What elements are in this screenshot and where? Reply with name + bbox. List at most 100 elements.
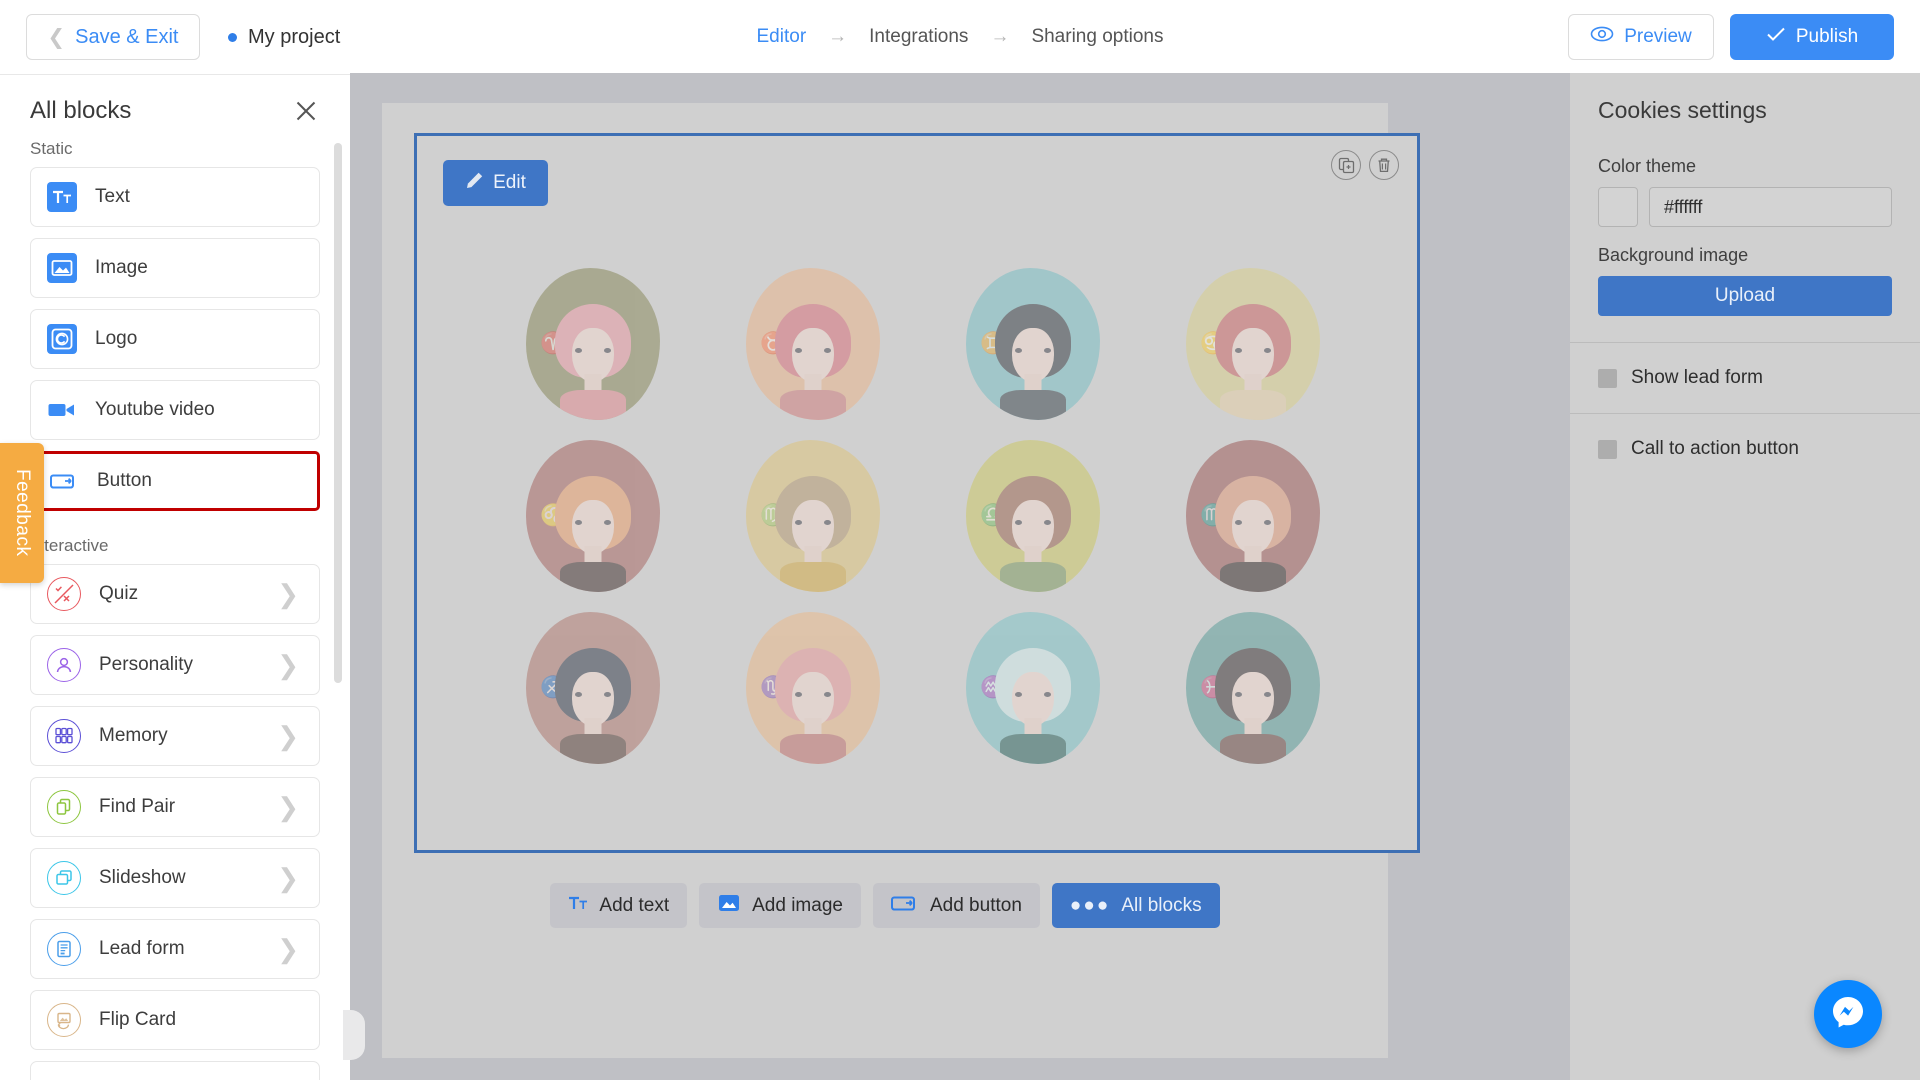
call-to-action-toggle[interactable]: Call to action button	[1598, 414, 1892, 484]
block-tools	[1331, 150, 1399, 180]
slideshow-icon	[47, 861, 81, 895]
zodiac-cell-taurus: ♉	[703, 258, 923, 430]
feedback-tab-label: Feedback	[12, 469, 33, 557]
color-hex-input[interactable]: #ffffff	[1649, 187, 1892, 227]
sidebar-title: All blocks	[30, 97, 132, 124]
zodiac-cell-libra: ♎	[923, 430, 1143, 602]
zodiac-cell-aquarius: ♒	[923, 602, 1143, 774]
upload-label: Upload	[1714, 285, 1776, 306]
messenger-chat-button[interactable]	[1814, 980, 1882, 1048]
checkbox[interactable]	[1598, 368, 1617, 388]
sidebar-item-label: Memory	[99, 725, 168, 746]
edit-label: Edit	[493, 172, 526, 193]
project-status-dot	[228, 32, 237, 42]
panel-title: Cookies settings	[1598, 97, 1767, 123]
add-block-toolbar: Add text Add image Add button ●●● All bl…	[382, 883, 1388, 928]
add-text-label: Add text	[599, 894, 670, 916]
image-icon	[47, 253, 77, 283]
pencil-icon	[465, 171, 484, 196]
zodiac-cell-gemini: ♊	[923, 258, 1143, 430]
sidebar-item-lead-form[interactable]: Lead form ❯	[30, 919, 320, 979]
chevron-right-icon: ❯	[277, 863, 299, 893]
breadcrumb-item-editor[interactable]: Editor	[757, 26, 807, 48]
sidebar-item-image[interactable]: Image	[30, 238, 320, 298]
workspace: Edit ♈ ♉ ♊ ♋ ♌ ♍ ♎ ♏ ♐ ♑ ♒ ♓ Add text Ad…	[350, 73, 1570, 1080]
feedback-tab[interactable]: Feedback	[0, 443, 44, 583]
show-lead-form-label: Show lead form	[1631, 367, 1764, 388]
breadcrumb-item-integrations[interactable]: Integrations	[869, 26, 968, 48]
text-format-icon	[47, 182, 77, 212]
color-theme-row: #ffffff	[1598, 187, 1892, 227]
sidebar-item-label: Flip Card	[99, 1009, 177, 1030]
add-text-button[interactable]: Add text	[550, 883, 688, 928]
preview-label: Preview	[1624, 26, 1692, 47]
project-title: My project	[248, 25, 341, 48]
chevron-right-icon: ❯	[277, 650, 299, 680]
zodiac-cell-leo: ♌	[483, 430, 703, 602]
add-image-button[interactable]: Add image	[699, 883, 861, 928]
project-name[interactable]: My project	[228, 26, 340, 49]
selected-block[interactable]: Edit ♈ ♉ ♊ ♋ ♌ ♍ ♎ ♏ ♐ ♑ ♒ ♓	[414, 133, 1420, 853]
button-icon	[49, 466, 79, 496]
publish-button[interactable]: Publish	[1730, 14, 1894, 60]
chevron-left-icon: ❮	[47, 25, 66, 49]
chevron-right-icon: ❯	[277, 792, 299, 822]
canvas-page: Edit ♈ ♉ ♊ ♋ ♌ ♍ ♎ ♏ ♐ ♑ ♒ ♓ Add text Ad…	[382, 103, 1420, 1058]
sidebar-item-slideshow[interactable]: Slideshow ❯	[30, 848, 320, 908]
save-and-exit-button[interactable]: ❮ Save & Exit	[26, 14, 200, 60]
preview-button[interactable]: Preview	[1568, 14, 1714, 60]
cookies-settings-panel: Cookies settings Color theme #ffffff Bac…	[1570, 73, 1920, 1080]
all-blocks-button[interactable]: ●●● All blocks	[1051, 883, 1220, 928]
breadcrumb: Editor → Integrations → Sharing options	[757, 26, 1164, 48]
person-icon	[47, 648, 81, 682]
sidebar-item-quiz[interactable]: Quiz ❯	[30, 564, 320, 624]
show-lead-form-toggle[interactable]: Show lead form	[1598, 343, 1892, 413]
button-icon	[890, 894, 919, 918]
sidebar-item-label: Personality	[99, 654, 193, 675]
color-swatch[interactable]	[1598, 187, 1638, 227]
breadcrumb-item-sharing-options[interactable]: Sharing options	[1031, 26, 1163, 48]
top-toolbar: ❮ Save & Exit My project Editor → Integr…	[0, 0, 1920, 75]
checkbox[interactable]	[1598, 439, 1617, 459]
sidebar-section-label-static: Static	[30, 139, 73, 158]
topbar-actions: Preview Publish	[1568, 14, 1894, 60]
sidebar-item-button[interactable]: Button	[30, 451, 320, 511]
find-pair-icon	[47, 790, 81, 824]
close-icon[interactable]	[292, 97, 320, 125]
sidebar-header: All blocks	[0, 75, 350, 125]
breadcrumb-arrow-icon: →	[990, 26, 1010, 47]
zodiac-avatar-grid: ♈ ♉ ♊ ♋ ♌ ♍ ♎ ♏ ♐ ♑ ♒ ♓	[483, 258, 1363, 774]
publish-label: Publish	[1795, 26, 1859, 47]
all-blocks-label: All blocks	[1121, 894, 1202, 916]
sidebar-item-text[interactable]: Text	[30, 167, 320, 227]
check-icon	[1766, 26, 1786, 48]
sidebar-item-youtube-video[interactable]: Youtube video	[30, 380, 320, 440]
sidebar-scrollbar[interactable]	[334, 143, 342, 683]
sidebar-item-logo[interactable]: Logo	[30, 309, 320, 369]
sidebar-item-personality[interactable]: Personality ❯	[30, 635, 320, 695]
sidebar-item-flip-card[interactable]: Flip Card	[30, 990, 320, 1050]
sidebar-item-label: Youtube video	[95, 399, 215, 420]
sidebar-item-label: Image	[95, 257, 148, 278]
zodiac-cell-cancer: ♋	[1143, 258, 1363, 430]
sidebar-item-label: Quiz	[99, 583, 139, 604]
upload-button[interactable]: Upload	[1598, 276, 1892, 316]
sidebar-item-label: Lead form	[99, 938, 185, 959]
add-button-button[interactable]: Add button	[872, 883, 1040, 928]
sidebar-item-label: Slideshow	[99, 867, 186, 888]
trash-icon[interactable]	[1369, 150, 1399, 180]
grid-cards-icon	[47, 719, 81, 753]
lead-form-icon	[47, 932, 81, 966]
sidebar-item-partial[interactable]	[30, 1061, 320, 1080]
sidebar-item-label: Logo	[95, 328, 138, 349]
sidebar-interactive-list: Quiz ❯ Personality ❯ Memory ❯ Find Pair …	[0, 564, 350, 1080]
zodiac-cell-aries: ♈	[483, 258, 703, 430]
sidebar-item-label: Text	[95, 186, 130, 207]
duplicate-icon[interactable]	[1331, 150, 1361, 180]
sidebar-item-find-pair[interactable]: Find Pair ❯	[30, 777, 320, 837]
sidebar-item-memory[interactable]: Memory ❯	[30, 706, 320, 766]
zodiac-cell-virgo: ♍	[703, 430, 923, 602]
sidebar-static-list: Text Image Logo Youtube video Button	[0, 167, 350, 511]
sidebar-collapse-handle[interactable]	[343, 1010, 365, 1060]
edit-block-button[interactable]: Edit	[443, 160, 548, 206]
